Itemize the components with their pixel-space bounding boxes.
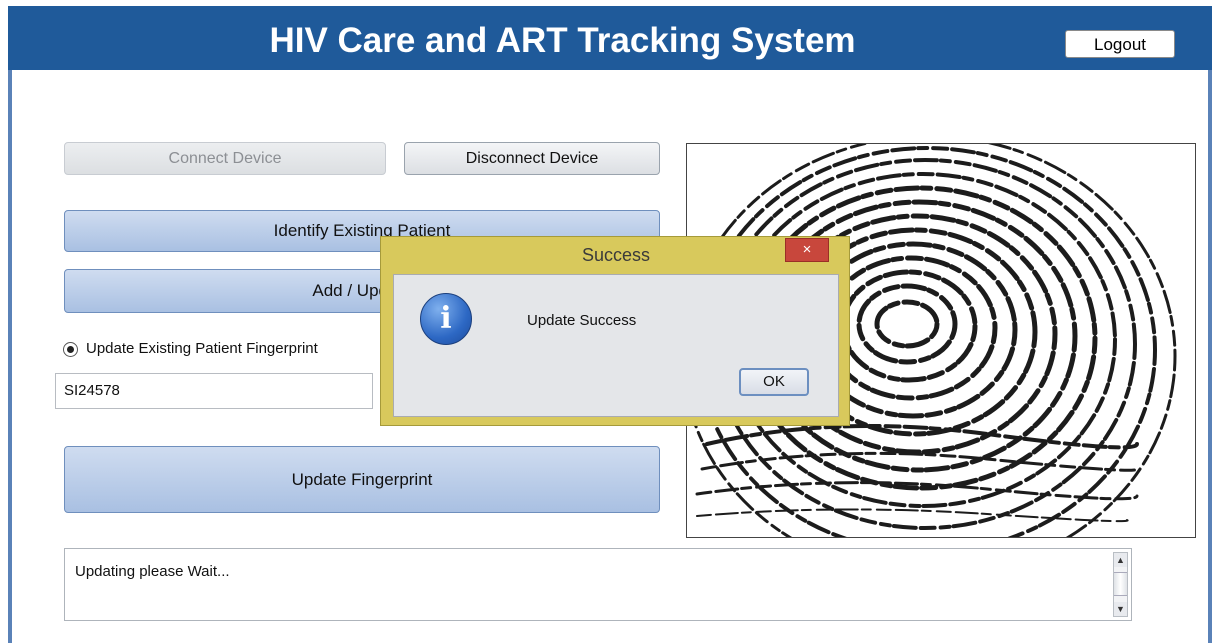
scroll-up-icon[interactable]: ▲ [1114,553,1127,567]
dialog-body: i Update Success OK [393,274,839,417]
connect-device-button[interactable]: Connect Device [64,142,386,175]
scroll-thumb[interactable] [1114,572,1127,596]
status-log-textarea[interactable]: Updating please Wait... ▲ ▼ [64,548,1132,621]
dialog-title: Success [581,245,651,265]
radio-label: Update Existing Patient Fingerprint [86,340,318,357]
disconnect-device-button[interactable]: Disconnect Device [404,142,660,175]
dialog-message: Update Success [527,312,637,329]
logout-button[interactable]: Logout [1065,30,1175,58]
log-scrollbar[interactable]: ▲ ▼ [1113,552,1128,617]
status-log-text: Updating please Wait... [75,563,230,580]
update-existing-radio-row[interactable]: Update Existing Patient Fingerprint [63,340,403,360]
patient-id-input[interactable]: SI24578 [55,373,373,409]
update-fingerprint-button[interactable]: Update Fingerprint [64,446,660,513]
close-icon[interactable]: × [785,238,829,262]
scroll-down-icon[interactable]: ▼ [1114,602,1127,616]
info-icon: i [420,293,472,345]
success-dialog: Success × i Update Success OK [380,236,850,426]
ok-button[interactable]: OK [739,368,809,396]
radio-selected-icon[interactable] [63,341,78,357]
app-title: HIV Care and ART Tracking System [269,21,856,60]
